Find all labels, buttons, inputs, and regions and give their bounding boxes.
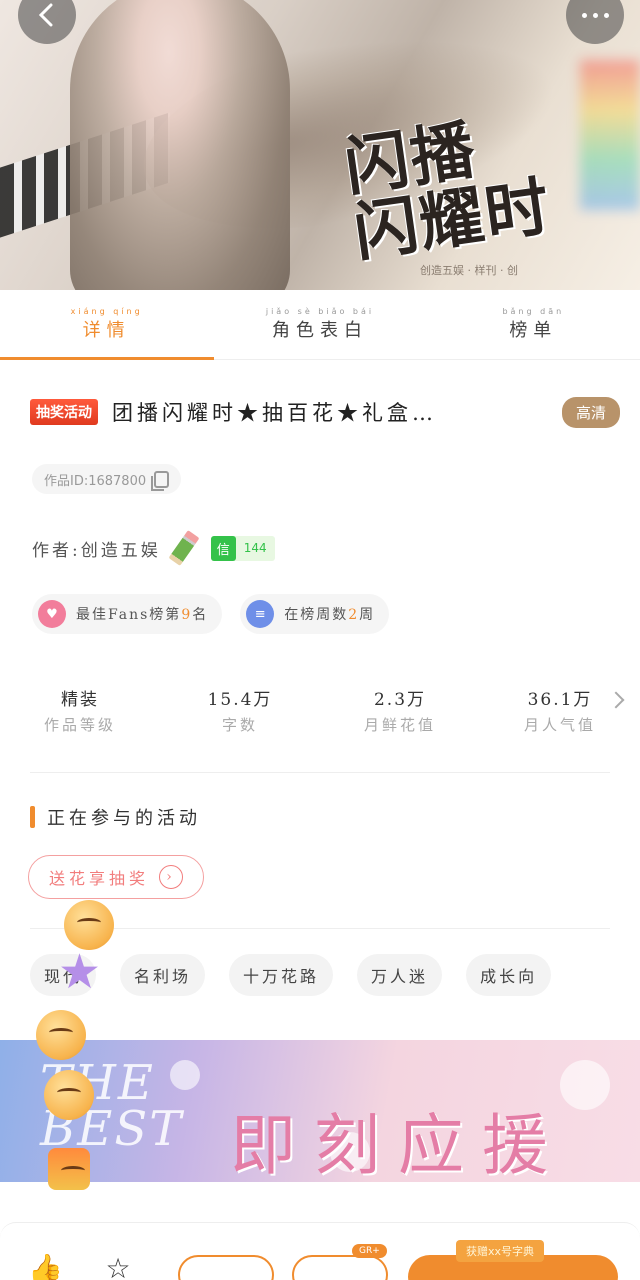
- hd-badge: 高清: [561, 396, 620, 428]
- send-flower-lottery-button[interactable]: 送花享抽奖 ›: [28, 855, 204, 899]
- star-outline-icon[interactable]: ☆: [102, 1253, 134, 1280]
- tab-bar: xiáng qíng 详情 jiǎo sè biǎo bái 角色表白 bǎng…: [0, 290, 640, 360]
- tab-label: 详情: [82, 320, 131, 341]
- stat-level: 精装 作品等级: [0, 680, 160, 754]
- tab-pinyin: xiáng qíng: [70, 307, 143, 316]
- stats-row[interactable]: 精装 作品等级 15.4万 字数 2.3万 月鲜花值 36.1万 月人气值: [0, 680, 640, 754]
- stat-monthly-flowers: 2.3万 月鲜花值: [320, 680, 480, 754]
- stat-value: 精装: [61, 689, 99, 710]
- work-title: 团播闪耀时★抽百花★礼盒…: [112, 401, 437, 425]
- work-id-label: 作品ID:1687800: [44, 473, 147, 489]
- action-button-1[interactable]: [178, 1255, 274, 1280]
- tag-chip[interactable]: 成长向: [466, 954, 552, 996]
- arrow-right-icon: ›: [159, 865, 184, 889]
- tab-pinyin: jiǎo sè biǎo bái: [265, 307, 375, 316]
- weeks-number: 2: [348, 607, 360, 623]
- mascot-sticker[interactable]: [44, 1070, 94, 1120]
- author-row: 作者:创造五娱 信 144: [32, 530, 275, 566]
- tag-chips: 现代 名利场 十万花路 万人迷 成长向: [30, 954, 630, 996]
- stat-label: 月人气值: [523, 716, 596, 734]
- promo-tag: 获赠xx号字典: [456, 1240, 545, 1262]
- tab-label: 榜单: [509, 320, 558, 341]
- fans-rank-pill[interactable]: ♥ 最佳Fans榜第9名: [32, 594, 223, 634]
- star-mascot-icon[interactable]: ★: [58, 948, 106, 996]
- hero-character: [70, 0, 290, 290]
- thumbs-up-icon[interactable]: 👍: [28, 1253, 63, 1280]
- chevron-left-icon: [38, 3, 53, 27]
- tag-chip[interactable]: 万人迷: [357, 954, 443, 996]
- stat-label: 字数: [221, 716, 258, 734]
- tag-chip[interactable]: 十万花路: [229, 954, 334, 996]
- weeks-suffix: 周: [359, 607, 376, 623]
- more-dot: [603, 12, 609, 18]
- mascot-sticker[interactable]: [36, 1010, 86, 1060]
- rank-row: ♥ 最佳Fans榜第9名 ≡ 在榜周数2周: [32, 594, 407, 634]
- tab-rankings[interactable]: bǎng dān 榜单: [427, 290, 640, 359]
- author-name[interactable]: 作者:创造五娱: [32, 536, 161, 561]
- stat-word-count: 15.4万 字数: [160, 680, 320, 754]
- copy-icon[interactable]: [151, 470, 170, 491]
- weeks-prefix: 在榜周数: [284, 607, 349, 623]
- stat-label: 作品等级: [43, 716, 116, 734]
- weeks-on-chart-pill[interactable]: ≡ 在榜周数2周: [240, 594, 390, 634]
- hero-credit: 创造五娱 · 样刊 · 创: [420, 264, 518, 277]
- tag-chip[interactable]: 名利场: [120, 954, 206, 996]
- stat-value: 15.4万: [207, 689, 273, 710]
- tab-label: 角色表白: [271, 320, 368, 341]
- letter-badge[interactable]: 信 144: [210, 535, 275, 561]
- fans-rank-prefix: 最佳Fans榜第: [76, 607, 182, 623]
- section-accent-bar: [30, 806, 35, 828]
- weeks-text: 在榜周数2周: [284, 604, 375, 624]
- heart-icon: ♥: [38, 600, 66, 628]
- hero-title-art: 闪播 闪耀时: [340, 112, 556, 271]
- divider: [30, 772, 610, 773]
- stat-value: 36.1万: [527, 689, 593, 710]
- mascot-sticker[interactable]: [64, 900, 114, 950]
- letter-icon: 信: [210, 535, 236, 561]
- more-dots-icon: [581, 12, 587, 18]
- work-id-pill[interactable]: 作品ID:1687800: [32, 464, 182, 494]
- more-dot: [592, 12, 598, 18]
- tab-pinyin: bǎng dān: [502, 307, 565, 316]
- gift-sticker-icon[interactable]: [48, 1148, 90, 1190]
- promo-banner[interactable]: THE BEST 即刻应援: [0, 1040, 640, 1182]
- tab-character-confession[interactable]: jiǎo sè biǎo bái 角色表白: [213, 290, 426, 359]
- action-button-2[interactable]: [292, 1255, 388, 1280]
- stat-label: 月鲜花值: [363, 716, 436, 734]
- stat-value: 2.3万: [373, 689, 427, 710]
- hero-banner: 闪播 闪耀时 创造五娱 · 样刊 · 创: [0, 0, 640, 290]
- section-title-text: 正在参与的活动: [47, 808, 201, 829]
- decor-flower: [560, 1060, 610, 1110]
- fans-rank-number: 9: [181, 607, 193, 623]
- fans-rank-text: 最佳Fans榜第9名: [76, 604, 208, 624]
- pencil-icon: [168, 530, 200, 566]
- letter-count: 144: [243, 541, 267, 555]
- mini-badge: GR+: [352, 1244, 387, 1258]
- fans-rank-suffix: 名: [192, 607, 209, 623]
- list-icon: ≡: [246, 600, 275, 628]
- divider: [30, 928, 610, 929]
- promo-cheer-text: 即刻应援: [230, 1107, 566, 1182]
- tab-details[interactable]: xiáng qíng 详情: [0, 290, 215, 360]
- lottery-badge[interactable]: 抽奖活动: [30, 399, 98, 425]
- gift-button-label: 送花享抽奖: [49, 869, 150, 888]
- activities-section-title: 正在参与的活动: [30, 804, 201, 830]
- work-title-row: 抽奖活动 团播闪耀时★抽百花★礼盒… 高清: [30, 392, 620, 432]
